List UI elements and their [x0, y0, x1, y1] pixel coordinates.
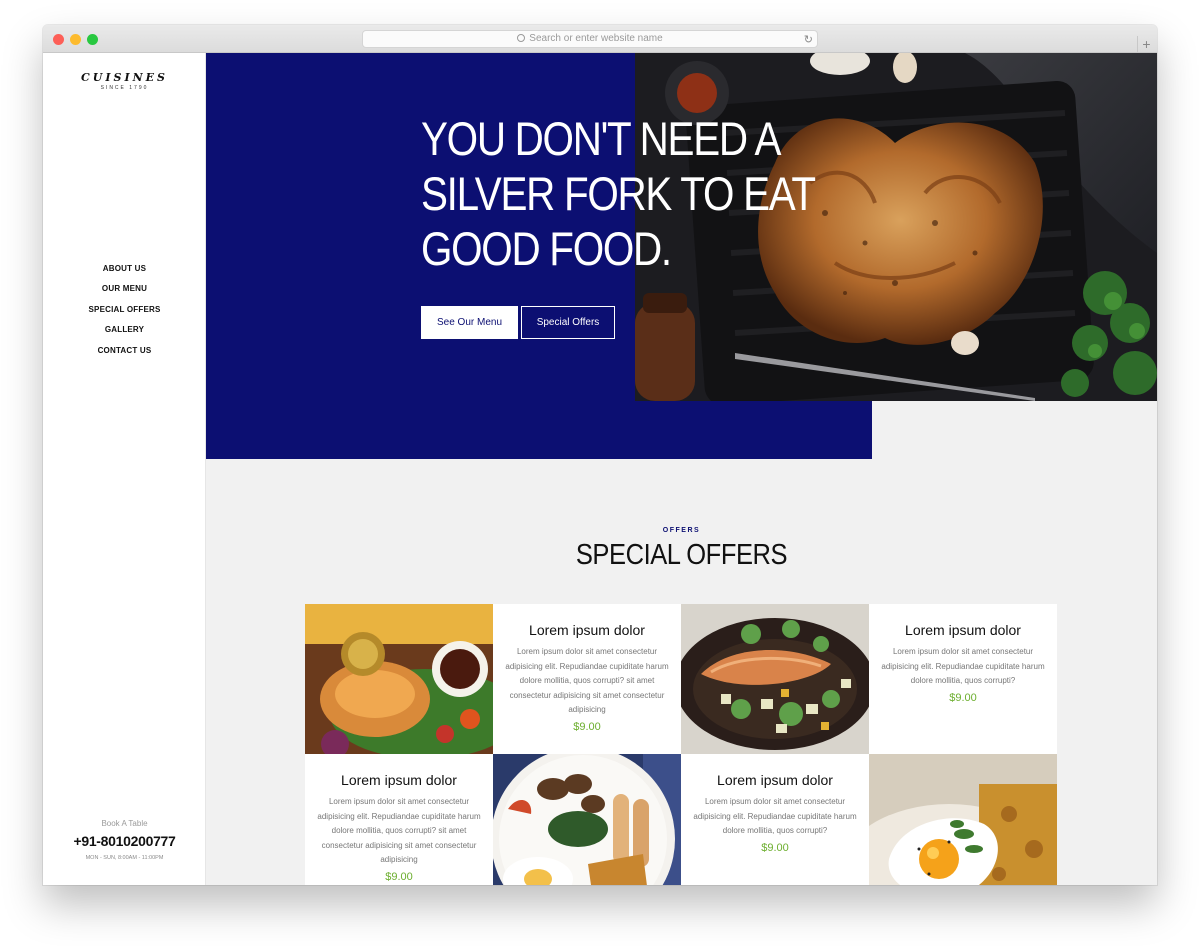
offer-card-description: Lorem ipsum dolor sit amet consectetur a…: [505, 647, 669, 714]
close-window-button[interactable]: [53, 34, 64, 45]
offer-card-title: Lorem ipsum dolor: [341, 772, 457, 788]
offer-card-title: Lorem ipsum dolor: [529, 622, 645, 638]
offer-card-1[interactable]: Lorem ipsum dolor Lorem ipsum dolor sit …: [493, 604, 681, 754]
hero-headline-line-2: SILVER FORK TO EAT: [421, 167, 816, 220]
salmon-salad-image: [305, 604, 493, 754]
address-bar[interactable]: Search or enter website name ↻: [362, 30, 818, 48]
browser-window: Search or enter website name ↻ + CUISINE…: [43, 25, 1157, 885]
offer-image-egg[interactable]: [869, 754, 1057, 885]
nav-item-special-offers[interactable]: SPECIAL OFFERS: [43, 304, 206, 324]
offer-card-title: Lorem ipsum dolor: [717, 772, 833, 788]
offer-card-description: Lorem ipsum dolor sit amet consectetur a…: [881, 647, 1045, 685]
offer-card-price: $9.00: [573, 720, 601, 733]
site-logo[interactable]: CUISINES SINCE 1790: [43, 71, 206, 91]
offers-eyebrow: OFFERS: [662, 527, 701, 534]
minimize-window-button[interactable]: [70, 34, 81, 45]
booking-info: Book A Table +91-8010200777 MON - SUN, 8…: [43, 819, 206, 861]
fried-egg-image: [869, 754, 1057, 885]
offer-image-breakfast[interactable]: [493, 754, 681, 885]
offer-image-fish[interactable]: [681, 604, 869, 754]
main-nav: ABOUT US OUR MENU SPECIAL OFFERS GALLERY…: [43, 263, 206, 365]
offers-title: SPECIAL OFFERS: [575, 539, 788, 571]
logo-name: CUISINES: [81, 71, 168, 84]
hero-headline-line-3: GOOD FOOD.: [421, 222, 672, 275]
offer-card-price: $9.00: [761, 841, 789, 854]
offer-card-title: Lorem ipsum dolor: [905, 622, 1021, 638]
fish-vegetables-image: [681, 604, 869, 754]
browser-titlebar: Search or enter website name ↻ +: [43, 25, 1157, 53]
special-offers-button[interactable]: Special Offers: [521, 306, 615, 339]
see-our-menu-button[interactable]: See Our Menu: [421, 306, 518, 339]
nav-item-gallery[interactable]: GALLERY: [43, 324, 206, 344]
offer-card-price: $9.00: [385, 870, 413, 883]
nav-item-our-menu[interactable]: OUR MENU: [43, 283, 206, 303]
offer-card-3[interactable]: Lorem ipsum dolor Lorem ipsum dolor sit …: [305, 754, 493, 885]
offer-image-salmon[interactable]: [305, 604, 493, 754]
hero-headline-line-1: YOU DON'T NEED A: [421, 112, 781, 165]
search-icon: [517, 34, 526, 42]
offer-card-2[interactable]: Lorem ipsum dolor Lorem ipsum dolor sit …: [869, 604, 1057, 754]
hero-headline: YOU DON'T NEED A SILVER FORK TO EAT GOOD…: [421, 111, 816, 276]
reload-icon[interactable]: ↻: [804, 32, 813, 48]
new-tab-button[interactable]: +: [1137, 36, 1155, 53]
english-breakfast-image: [493, 754, 681, 885]
opening-hours: MON - SUN, 8:00AM - 11:00PM: [85, 855, 164, 861]
offer-card-description: Lorem ipsum dolor sit amet consectetur a…: [317, 797, 481, 864]
logo-since: SINCE 1790: [100, 85, 149, 91]
zoom-window-button[interactable]: [87, 34, 98, 45]
offer-card-price: $9.00: [949, 691, 977, 704]
offer-card-description: Lorem ipsum dolor sit amet consectetur a…: [693, 797, 857, 835]
nav-item-about-us[interactable]: ABOUT US: [43, 263, 206, 283]
phone-number[interactable]: +91-8010200777: [43, 833, 206, 849]
address-placeholder: Search or enter website name: [529, 33, 663, 44]
sidebar: CUISINES SINCE 1790 ABOUT US OUR MENU SP…: [43, 53, 206, 885]
book-table-label: Book A Table: [101, 819, 148, 828]
offer-card-4[interactable]: Lorem ipsum dolor Lorem ipsum dolor sit …: [681, 754, 869, 885]
nav-item-contact-us[interactable]: CONTACT US: [43, 345, 206, 365]
